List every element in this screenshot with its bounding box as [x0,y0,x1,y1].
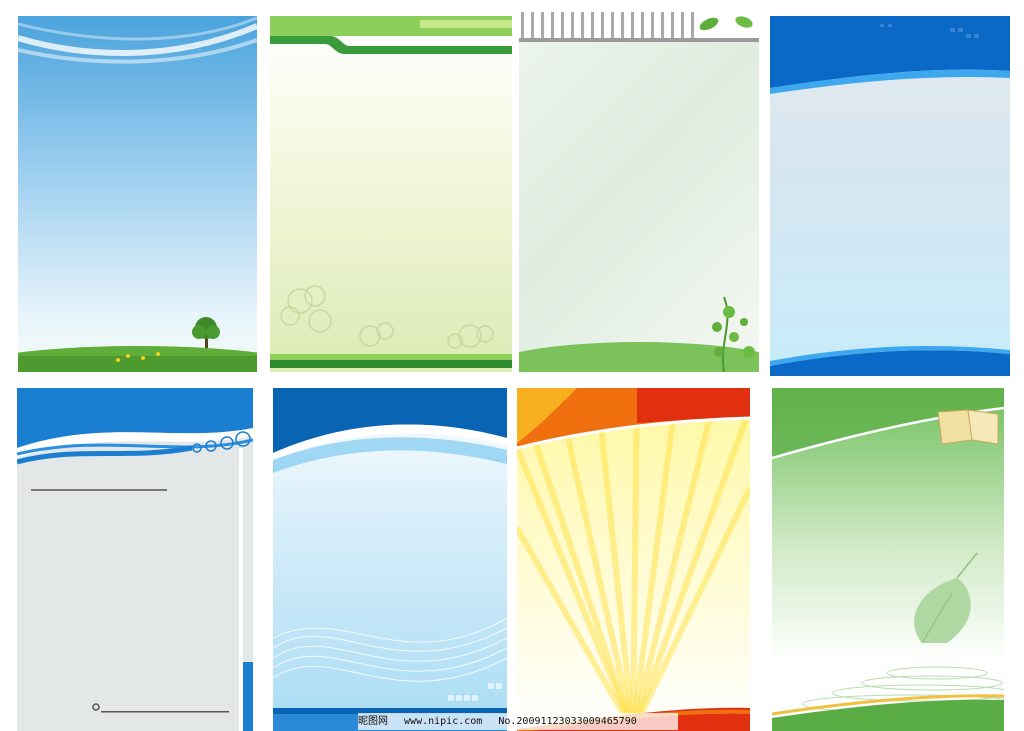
watermark-number: No.20091123033009465790 [498,716,637,727]
blue-wave-gray-form-art [17,388,253,731]
vine-stripes-art [519,12,759,372]
blue-wave-gray-art [770,16,1010,376]
panel-blue-ribbon [273,388,507,731]
watermark-caption: 昵图网 www.nipic.com No.2009112303300946579… [358,713,678,730]
sunburst-art [517,388,750,731]
panel-blue-wave-gray [770,16,1010,376]
blue-ribbon-art [273,388,507,731]
watermark-url: www.nipic.com [404,716,483,727]
blue-sky-tree-art [18,16,257,372]
panel-vine-stripes [519,12,759,372]
watermark-site-name: 昵图网 [358,716,388,727]
panel-blue-sky-tree [18,16,257,372]
panel-green-book-leaf [772,388,1004,731]
panel-green-header-cloud [270,16,512,372]
panel-sunburst [517,388,750,731]
green-book-leaf-art [772,388,1004,731]
panel-blue-wave-gray-form [17,388,253,731]
green-header-cloud-art [270,16,512,368]
